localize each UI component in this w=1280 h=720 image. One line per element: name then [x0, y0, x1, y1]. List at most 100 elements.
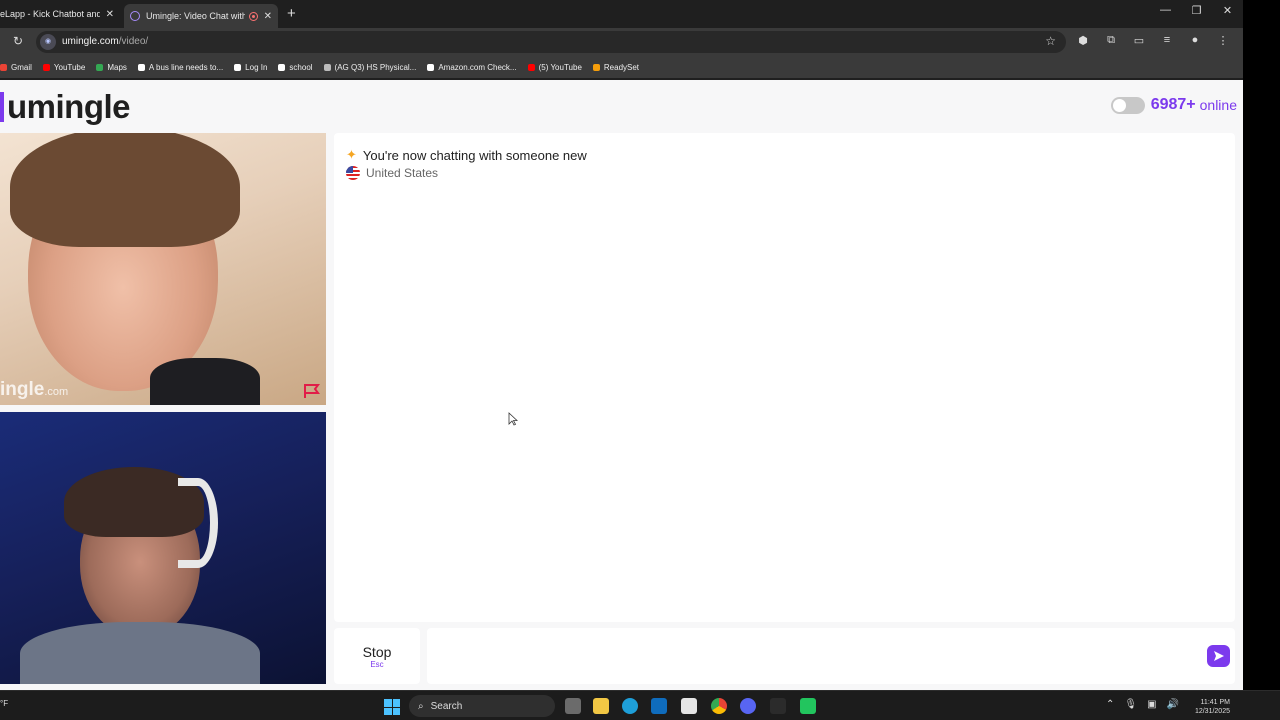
url-host: umingle.com [62, 36, 119, 47]
profile-avatar-icon[interactable]: ● [1188, 34, 1202, 47]
stranger-video: ingle.com [0, 133, 326, 405]
search-label: Search [430, 700, 463, 712]
bookmark-item[interactable]: Amazon.com Check... [427, 62, 517, 72]
tab-umingle[interactable]: Umingle: Video Chat with S ✕ [124, 4, 278, 28]
clock-date: 12/31/2025 [1194, 708, 1230, 715]
discord-icon[interactable] [740, 698, 756, 714]
task-view-icon[interactable] [565, 698, 581, 714]
system-tray: ⌃ 🎙 ▣ 🔊 [1106, 699, 1179, 710]
outlook-icon[interactable] [651, 698, 667, 714]
globe-icon [323, 63, 331, 71]
microphone-icon[interactable]: 🎙 [1124, 699, 1137, 710]
bookmark-item[interactable]: school [278, 63, 313, 72]
menu-kebab-icon[interactable]: ⋮ [1216, 34, 1230, 47]
minimize-icon[interactable]: — [1150, 4, 1181, 17]
store-icon[interactable] [681, 698, 697, 714]
site-info-icon[interactable]: ◉ [40, 34, 56, 50]
desktop-screen: eLapp - Kick Chatbot and ✕ Umingle: Vide… [0, 0, 1280, 720]
bookmark-item[interactable]: Gmail [0, 63, 32, 72]
sparkle-icon: ✦ [346, 147, 357, 162]
bookmark-label: (AG Q3) HS Physical... [334, 62, 417, 72]
reload-icon[interactable]: ↻ [13, 34, 23, 48]
send-button[interactable] [1207, 645, 1230, 667]
extension-icon[interactable]: ⬢ [1076, 34, 1090, 47]
bookmark-label: ReadySet [603, 62, 640, 72]
taskbar-clock[interactable]: 11:41 PM 12/31/2025 [1184, 698, 1230, 716]
self-video [0, 412, 326, 684]
sidebar-icon[interactable]: ▭ [1132, 34, 1146, 47]
new-tab-button[interactable]: + [287, 5, 296, 22]
volume-icon[interactable]: 🔊 [1167, 699, 1179, 710]
recording-indicator-icon [248, 11, 258, 21]
message-input[interactable] [427, 628, 1235, 684]
watermark-suffix: .com [44, 386, 69, 398]
report-flag-icon[interactable] [303, 383, 321, 399]
umingle-page: umingle 6987+ online ingle.com ✦ You're … [0, 80, 1243, 690]
chat-status-text: You're now chatting with someone new [362, 147, 587, 163]
network-icon[interactable]: ▣ [1147, 699, 1156, 710]
bookmark-item[interactable]: YouTube [42, 62, 86, 72]
bookmark-icon [137, 63, 145, 71]
chat-status-message: ✦ You're now chatting with someone new [346, 147, 587, 163]
bookmark-item[interactable]: ReadySet [592, 62, 640, 72]
restore-icon[interactable]: ❐ [1181, 4, 1212, 17]
watermark-main: ingle [0, 379, 45, 400]
bookmark-label: (5) YouTube [538, 62, 582, 72]
close-tab-icon[interactable]: ✕ [258, 11, 278, 22]
youtube-icon [42, 63, 50, 71]
address-bar[interactable]: ◉ umingle.com/video/ ☆ [36, 31, 1066, 53]
tab-strip: eLapp - Kick Chatbot and ✕ Umingle: Vide… [0, 0, 1243, 28]
logo-accent-bar [0, 92, 4, 122]
bookmark-label: Gmail [11, 62, 32, 72]
clock-time: 11:41 PM [1200, 699, 1230, 706]
search-icon: ⌕ [418, 700, 424, 712]
app-icon[interactable] [800, 698, 816, 714]
window-controls: — ❐ ✕ [1150, 4, 1243, 17]
extension-icons: ⬢ ⧉ ▭ ≡ ● ⋮ [1076, 34, 1230, 47]
headphones [178, 478, 218, 568]
amazon-icon [427, 63, 435, 71]
bookmark-label: YouTube [53, 62, 86, 72]
chat-panel: ✦ You're now chatting with someone new U… [334, 133, 1235, 622]
send-icon [1213, 651, 1224, 661]
browser-window: eLapp - Kick Chatbot and ✕ Umingle: Vide… [0, 0, 1243, 690]
chat-country: United States [346, 166, 438, 180]
bookmark-star-icon[interactable]: ☆ [1045, 34, 1056, 48]
readyset-icon [592, 63, 600, 71]
gmail-icon [0, 63, 7, 71]
file-explorer-icon[interactable] [593, 698, 609, 714]
umingle-watermark: ingle.com [0, 379, 68, 401]
taskbar-search[interactable]: ⌕ Search [409, 695, 555, 717]
edge-icon[interactable] [622, 698, 638, 714]
chrome-icon[interactable] [711, 698, 727, 714]
extensions-puzzle-icon[interactable]: ⧉ [1104, 34, 1118, 47]
bookmark-item[interactable]: Log In [234, 63, 267, 72]
windows-start-icon[interactable] [384, 699, 400, 715]
media-controls-icon[interactable]: ≡ [1160, 34, 1174, 47]
mouse-cursor-icon [508, 412, 518, 426]
tab-kick-chatbot[interactable]: eLapp - Kick Chatbot and ✕ [0, 4, 120, 24]
school-app-icon [278, 63, 286, 71]
stop-button[interactable]: Stop Esc [334, 628, 420, 684]
game-app-icon[interactable] [770, 698, 786, 714]
logo-text: umingle [7, 88, 131, 125]
weather-widget[interactable]: °F [0, 699, 8, 708]
umingle-logo[interactable]: umingle [0, 88, 131, 126]
theme-toggle[interactable] [1110, 96, 1145, 114]
browser-toolbar: ↻ ◉ umingle.com/video/ ☆ ⬢ ⧉ ▭ ≡ ● ⋮ [0, 28, 1243, 56]
bookmark-label: Amazon.com Check... [438, 62, 517, 72]
url-text[interactable]: umingle.com/video/ [62, 36, 148, 47]
tab-label: Umingle: Video Chat with S [146, 11, 245, 21]
tray-overflow-icon[interactable]: ⌃ [1106, 699, 1114, 710]
school-app-icon [234, 63, 242, 71]
bookmark-item[interactable]: (5) YouTube [527, 62, 582, 72]
bookmark-item[interactable]: Maps [96, 63, 127, 72]
close-tab-icon[interactable]: ✕ [100, 9, 120, 20]
bookmark-item[interactable]: (AG Q3) HS Physical... [323, 62, 417, 72]
tab-label: eLapp - Kick Chatbot and [0, 9, 100, 19]
youtube-icon [527, 63, 535, 71]
bookmark-item[interactable]: A bus line needs to... [137, 63, 223, 72]
stranger-hair [10, 133, 240, 247]
close-window-icon[interactable]: ✕ [1212, 4, 1243, 17]
stop-label: Stop [362, 644, 392, 660]
